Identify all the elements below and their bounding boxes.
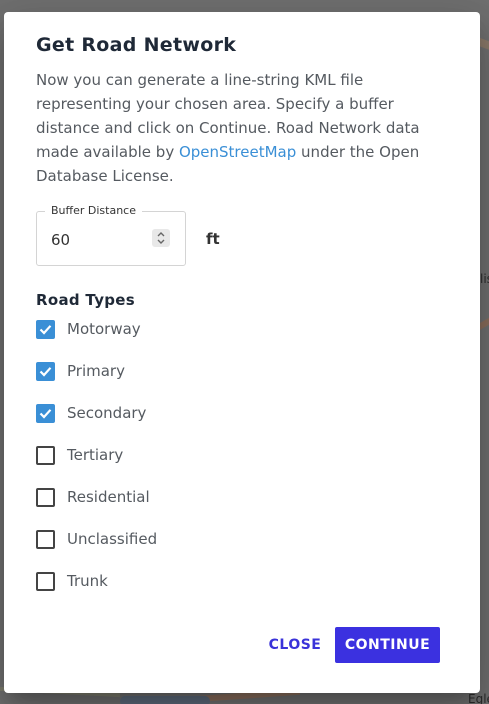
- close-button[interactable]: CLOSE: [268, 627, 322, 663]
- check-icon: [39, 324, 52, 335]
- stepper-arrows-icon[interactable]: [156, 231, 166, 245]
- checkbox-unchecked[interactable]: [36, 571, 55, 591]
- road-network-dialog: Get Road Network Now you can generate a …: [4, 12, 480, 693]
- checkbox-unchecked[interactable]: [36, 487, 55, 507]
- road-type-tertiary[interactable]: Tertiary: [36, 444, 123, 466]
- checkbox-checked[interactable]: [36, 403, 55, 423]
- dialog-title: Get Road Network: [36, 34, 237, 56]
- check-icon: [39, 366, 52, 377]
- road-type-residential[interactable]: Residential: [36, 486, 150, 508]
- map-label: Egle: [468, 692, 489, 704]
- road-type-primary[interactable]: Primary: [36, 360, 125, 382]
- road-type-label: Secondary: [67, 404, 147, 422]
- checkbox-unchecked[interactable]: [36, 445, 55, 465]
- checkbox-unchecked[interactable]: [36, 529, 55, 549]
- map-road: [120, 696, 210, 704]
- road-type-trunk[interactable]: Trunk: [36, 570, 108, 592]
- checkbox-checked[interactable]: [36, 361, 55, 381]
- buffer-unit: ft: [206, 230, 220, 248]
- road-type-label: Motorway: [67, 320, 141, 338]
- road-type-secondary[interactable]: Secondary: [36, 402, 146, 424]
- checkbox-checked[interactable]: [36, 319, 55, 339]
- buffer-distance-label: Buffer Distance: [45, 204, 142, 217]
- road-types-heading: Road Types: [36, 291, 136, 309]
- openstreetmap-link[interactable]: OpenStreetMap: [179, 143, 296, 161]
- road-type-motorway[interactable]: Motorway: [36, 318, 141, 340]
- dialog-description: Now you can generate a line-string KML f…: [36, 68, 446, 188]
- check-icon: [39, 408, 52, 419]
- buffer-distance-input[interactable]: [51, 230, 141, 250]
- road-type-label: Trunk: [67, 572, 108, 590]
- map-label: lis: [480, 272, 489, 286]
- road-type-label: Tertiary: [67, 446, 124, 464]
- road-type-unclassified[interactable]: Unclassified: [36, 528, 157, 550]
- road-type-label: Residential: [67, 488, 150, 506]
- road-type-label: Primary: [67, 362, 125, 380]
- buffer-distance-field[interactable]: Buffer Distance: [36, 204, 186, 266]
- number-stepper[interactable]: [152, 229, 170, 247]
- road-type-label: Unclassified: [67, 530, 158, 548]
- continue-button[interactable]: CONTINUE: [335, 627, 440, 663]
